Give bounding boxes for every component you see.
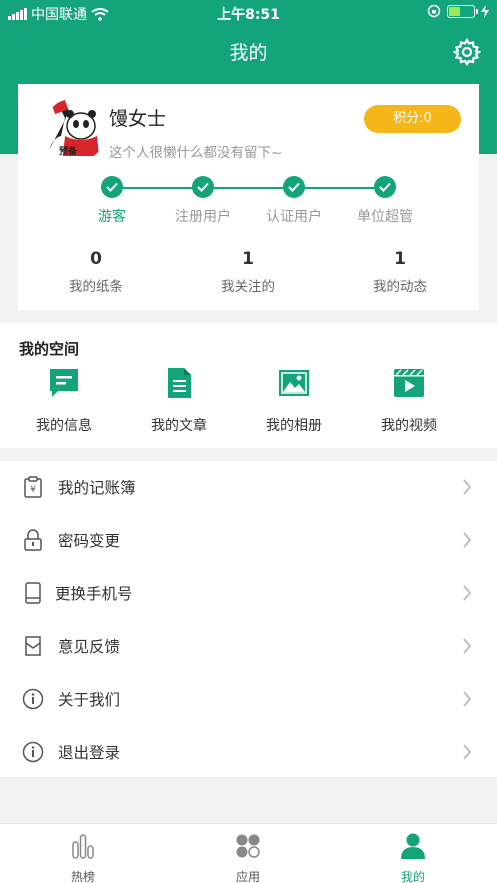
menu-item-change-password[interactable]: 密码变更 xyxy=(0,514,497,567)
person-icon xyxy=(401,833,425,859)
menu-item-change-phone[interactable]: 更换手机号 xyxy=(0,567,497,620)
chevron-right-icon xyxy=(463,638,472,654)
avatar[interactable]: 预备 xyxy=(43,98,107,162)
tab-apps[interactable]: 应用 xyxy=(188,824,308,883)
check-icon xyxy=(101,176,123,198)
battery-icon xyxy=(447,4,478,18)
rotation-lock-icon xyxy=(427,4,441,18)
space-item-album[interactable]: 我的相册 xyxy=(244,367,344,435)
level-progress: 游客 注册用户 认证用户 单位超管 xyxy=(18,176,479,226)
video-icon xyxy=(394,369,424,397)
chevron-right-icon xyxy=(463,479,472,495)
level-verified: 认证用户 xyxy=(249,176,339,226)
username: 馒女士 xyxy=(109,108,167,130)
menu-item-logout[interactable]: 退出登录 xyxy=(0,726,497,779)
info-icon xyxy=(22,741,44,763)
points-badge[interactable]: 积分:0 xyxy=(364,105,461,133)
menu-item-feedback[interactable]: 意见反馈 xyxy=(0,620,497,673)
tab-hot-list[interactable]: 热榜 xyxy=(23,824,143,883)
chevron-right-icon xyxy=(463,744,472,760)
space-item-messages[interactable]: 我的信息 xyxy=(14,367,114,435)
status-bar: 中国联通 上午8:51 xyxy=(0,0,497,26)
tab-bar: 热榜 应用 我的 xyxy=(0,823,497,883)
stat-my-notes[interactable]: 0 我的纸条 xyxy=(36,249,156,295)
charging-icon xyxy=(481,4,489,18)
check-icon xyxy=(283,176,305,198)
menu-item-ledger[interactable]: ¥ 我的记账簿 xyxy=(0,461,497,514)
apps-icon xyxy=(236,834,260,858)
check-icon xyxy=(192,176,214,198)
ledger-icon: ¥ xyxy=(24,476,42,498)
avatar-text: 预备 xyxy=(59,147,78,157)
message-icon xyxy=(50,369,78,397)
chevron-right-icon xyxy=(463,691,472,707)
level-unit-admin: 单位超管 xyxy=(340,176,430,226)
svg-text:¥: ¥ xyxy=(30,485,36,495)
lock-icon xyxy=(24,529,42,551)
space-item-articles[interactable]: 我的文章 xyxy=(129,367,229,435)
info-icon xyxy=(22,688,44,710)
level-registered: 注册用户 xyxy=(158,176,248,226)
feedback-icon xyxy=(25,636,41,656)
stat-my-posts[interactable]: 1 我的动态 xyxy=(340,249,460,295)
signature: 这个人很懒什么都没有留下~ xyxy=(109,145,283,161)
nav-bar: 我的 xyxy=(0,26,497,76)
bar-chart-icon xyxy=(72,834,94,859)
tab-mine[interactable]: 我的 xyxy=(353,824,473,883)
settings-menu: ¥ 我的记账簿 密码变更 更换手机号 意见反馈 关于我们 退出登录 xyxy=(0,461,497,777)
profile-card: 预备 馒女士 这个人很懒什么都没有留下~ 积分:0 游客 注册用户 认证用户 单… xyxy=(18,84,479,310)
menu-item-about[interactable]: 关于我们 xyxy=(0,673,497,726)
chevron-right-icon xyxy=(463,532,472,548)
stats-row: 0 我的纸条 1 我关注的 1 我的动态 xyxy=(18,249,479,299)
level-guest: 游客 xyxy=(67,176,157,226)
space-item-videos[interactable]: 我的视频 xyxy=(359,367,459,435)
check-icon xyxy=(374,176,396,198)
stat-following[interactable]: 1 我关注的 xyxy=(188,249,308,295)
section-title: 我的空间 xyxy=(19,340,80,358)
page-title: 我的 xyxy=(229,42,268,64)
phone-icon xyxy=(25,582,41,604)
my-space-section: 我的空间 我的信息 我的文章 我的相册 我的视频 xyxy=(0,323,497,448)
photo-icon xyxy=(279,370,309,396)
status-time: 上午8:51 xyxy=(217,7,280,23)
gear-icon[interactable] xyxy=(453,38,481,66)
chevron-right-icon xyxy=(463,585,472,601)
document-icon xyxy=(168,368,191,398)
